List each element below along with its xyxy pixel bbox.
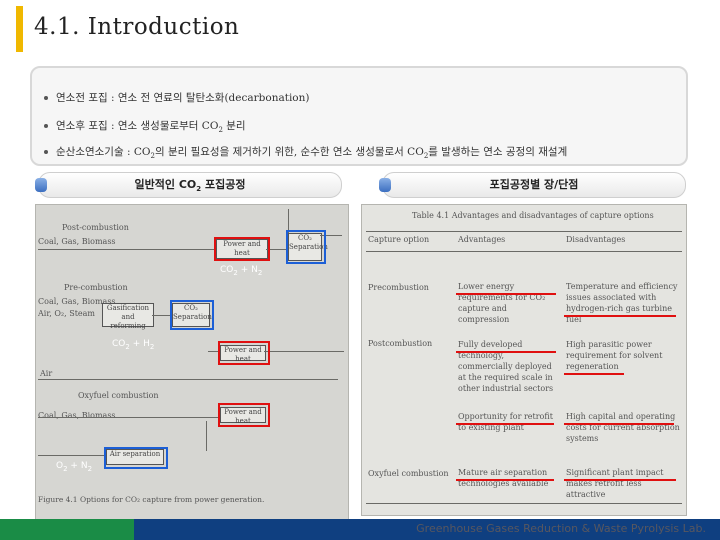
highlight-underline — [564, 315, 676, 317]
table-row-option: Precombustion — [368, 283, 429, 292]
bullet-dot-icon — [44, 150, 48, 154]
capture-options-figure: Post-combustion Coal, Gas, Biomass Power… — [35, 204, 349, 522]
table-row-advantages: Fully developed technology, commercially… — [458, 340, 554, 393]
row-heading: Post-combustion — [62, 223, 129, 232]
bullet-item: 순산소연소기술 : CO2의 분리 필요성을 제거하기 위한, 순수한 연소 생… — [44, 144, 567, 160]
section-marker-icon — [35, 178, 47, 192]
air-label: Air — [40, 369, 53, 378]
highlight-underline — [564, 423, 674, 425]
table-row-disadvantages: High parasitic power requirement for sol… — [566, 340, 663, 371]
table-header-option: Capture option — [368, 235, 430, 244]
row-input: Coal, Gas, Biomass — [38, 237, 116, 246]
annotation-o2-n2: O2 + N2 — [56, 461, 93, 473]
title-accent-bar — [16, 6, 23, 52]
footer-bar: Greenhouse Gases Reduction & Waste Pyrol… — [0, 519, 720, 540]
table-row-advantages: Lower energy requirements for CO₂ captur… — [458, 282, 546, 324]
bullet-item: 연소후 포집 : 연소 생성물로부터 CO2 분리 — [44, 118, 246, 134]
highlight-underline — [456, 351, 556, 353]
gasification-box: Gasification and reforming — [102, 303, 154, 330]
section-header-capture-process: 일반적인 CO2 포집공정 — [35, 172, 342, 198]
section-marker-icon — [379, 178, 391, 192]
table-header-disadvantages: Disadvantages — [566, 235, 626, 244]
highlight-power-heat — [218, 403, 270, 427]
bullet-dot-icon — [44, 96, 48, 100]
capture-options-table: Table 4.1 Advantages and disadvantages o… — [361, 204, 687, 516]
highlight-underline — [456, 293, 556, 295]
bullet-item: 연소전 포집 : 연소 전 연료의 탈탄소화(decarbonation) — [44, 90, 309, 105]
table-row-advantages: Mature air separation technologies avail… — [458, 468, 549, 488]
table-row-option: Oxyfuel combustion — [368, 469, 449, 478]
footer-lab-name: Greenhouse Gases Reduction & Waste Pyrol… — [416, 522, 706, 535]
air-o2-steam-label: Air, O₂, Steam — [38, 309, 96, 318]
table-caption: Table 4.1 Advantages and disadvantages o… — [412, 211, 654, 220]
highlight-underline — [564, 373, 624, 375]
highlight-co2-separation — [170, 300, 214, 330]
highlight-co2-separation — [286, 230, 326, 264]
highlight-power-heat — [214, 237, 270, 261]
footer-accent-green — [0, 519, 134, 540]
section-header-pros-cons: 포집공정별 장/단점 — [379, 172, 686, 198]
highlight-underline — [456, 479, 554, 481]
table-row-advantages: Opportunity for retrofit to existing pla… — [458, 412, 553, 432]
highlight-underline — [564, 479, 676, 481]
highlight-power-heat — [218, 341, 270, 365]
annotation-co2-n2: CO2 + N2 — [220, 265, 263, 277]
row-heading: Oxyfuel combustion — [78, 391, 159, 400]
table-header-advantages: Advantages — [458, 235, 506, 244]
row-input: Coal, Gas, Biomass — [38, 411, 116, 420]
bullet-dot-icon — [44, 124, 48, 128]
highlight-underline — [456, 423, 554, 425]
table-row-disadvantages: Significant plant impact makes retrofit … — [566, 468, 664, 499]
table-row-disadvantages: High capital and operating costs for cur… — [566, 412, 680, 443]
page-title: 4.1. Introduction — [34, 14, 240, 40]
highlight-air-separation — [104, 447, 168, 469]
bullet-panel: 연소전 포집 : 연소 전 연료의 탈탄소화(decarbonation) 연소… — [30, 66, 688, 166]
annotation-co2-h2: CO2 + H2 — [112, 339, 155, 351]
table-row-option: Postcombustion — [368, 339, 433, 348]
figure-caption: Figure 4.1 Options for CO₂ capture from … — [38, 495, 265, 504]
row-heading: Pre-combustion — [64, 283, 128, 292]
table-row-disadvantages: Temperature and efficiency issues associ… — [566, 282, 678, 324]
